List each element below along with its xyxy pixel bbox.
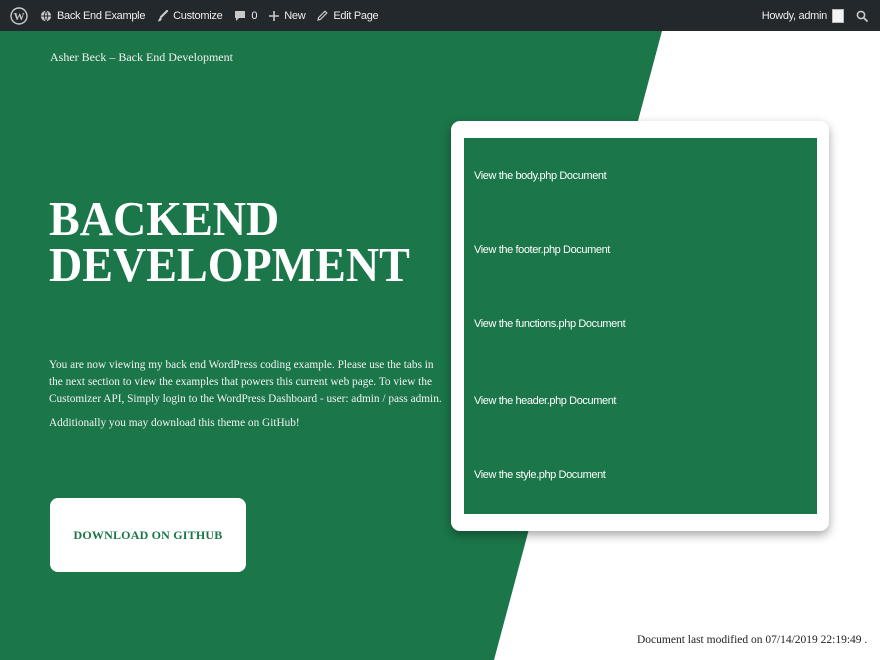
admin-bar-right: Howdy, admin xyxy=(756,0,874,31)
admin-bar: W Back End Example Customize 0 New Edit … xyxy=(0,0,880,31)
my-account-menu[interactable]: Howdy, admin xyxy=(756,0,850,31)
edit-page-link[interactable]: Edit Page xyxy=(311,0,384,31)
brush-icon xyxy=(157,9,169,22)
documents-card: View the body.php Document View the foot… xyxy=(451,121,829,531)
documents-list: View the body.php Document View the foot… xyxy=(464,138,817,514)
intro-paragraph: You are now viewing my back end WordPres… xyxy=(49,359,442,405)
download-github-button[interactable]: DOWNLOAD ON GITHUB xyxy=(50,498,246,572)
new-label: New xyxy=(284,9,306,22)
wordpress-logo-menu[interactable]: W xyxy=(4,0,34,31)
doc-link-body[interactable]: View the body.php Document xyxy=(474,170,607,182)
doc-link-functions[interactable]: View the functions.php Document xyxy=(474,318,626,330)
doc-link-footer[interactable]: View the footer.php Document xyxy=(474,244,610,256)
hero-title-line2: DEVELOPMENT xyxy=(49,237,410,292)
doc-link-header[interactable]: View the header.php Document xyxy=(474,395,616,407)
comments-count: 0 xyxy=(251,9,258,22)
search-toggle[interactable] xyxy=(850,0,874,31)
home-globe-icon xyxy=(40,10,52,22)
wordpress-icon: W xyxy=(10,6,28,25)
pencil-icon xyxy=(317,10,328,21)
search-icon xyxy=(856,10,868,22)
last-modified-note: Document last modified on 07/14/2019 22:… xyxy=(637,634,868,646)
comment-bubble-icon xyxy=(234,10,246,22)
site-name-label: Back End Example xyxy=(57,9,146,22)
customize-link[interactable]: Customize xyxy=(151,0,228,31)
comments-link[interactable]: 0 xyxy=(228,0,263,31)
avatar xyxy=(832,8,844,23)
github-note: Additionally you may download this theme… xyxy=(49,417,300,429)
howdy-label: Howdy, admin xyxy=(761,9,828,22)
new-content-menu[interactable]: New xyxy=(263,0,311,31)
svg-text:W: W xyxy=(14,11,25,23)
doc-link-style[interactable]: View the style.php Document xyxy=(474,469,606,481)
plus-icon xyxy=(269,10,280,21)
edit-page-label: Edit Page xyxy=(333,9,379,22)
download-github-label: DOWNLOAD ON GITHUB xyxy=(73,527,223,542)
site-name-menu[interactable]: Back End Example xyxy=(34,0,151,31)
customize-label: Customize xyxy=(173,9,223,22)
hero-title: BACKEND DEVELOPMENT xyxy=(49,194,410,289)
admin-bar-left: W Back End Example Customize 0 New Edit … xyxy=(4,0,384,31)
site-title-link[interactable]: Asher Beck – Back End Development xyxy=(50,50,233,65)
intro-text: You are now viewing my back end WordPres… xyxy=(49,357,449,432)
